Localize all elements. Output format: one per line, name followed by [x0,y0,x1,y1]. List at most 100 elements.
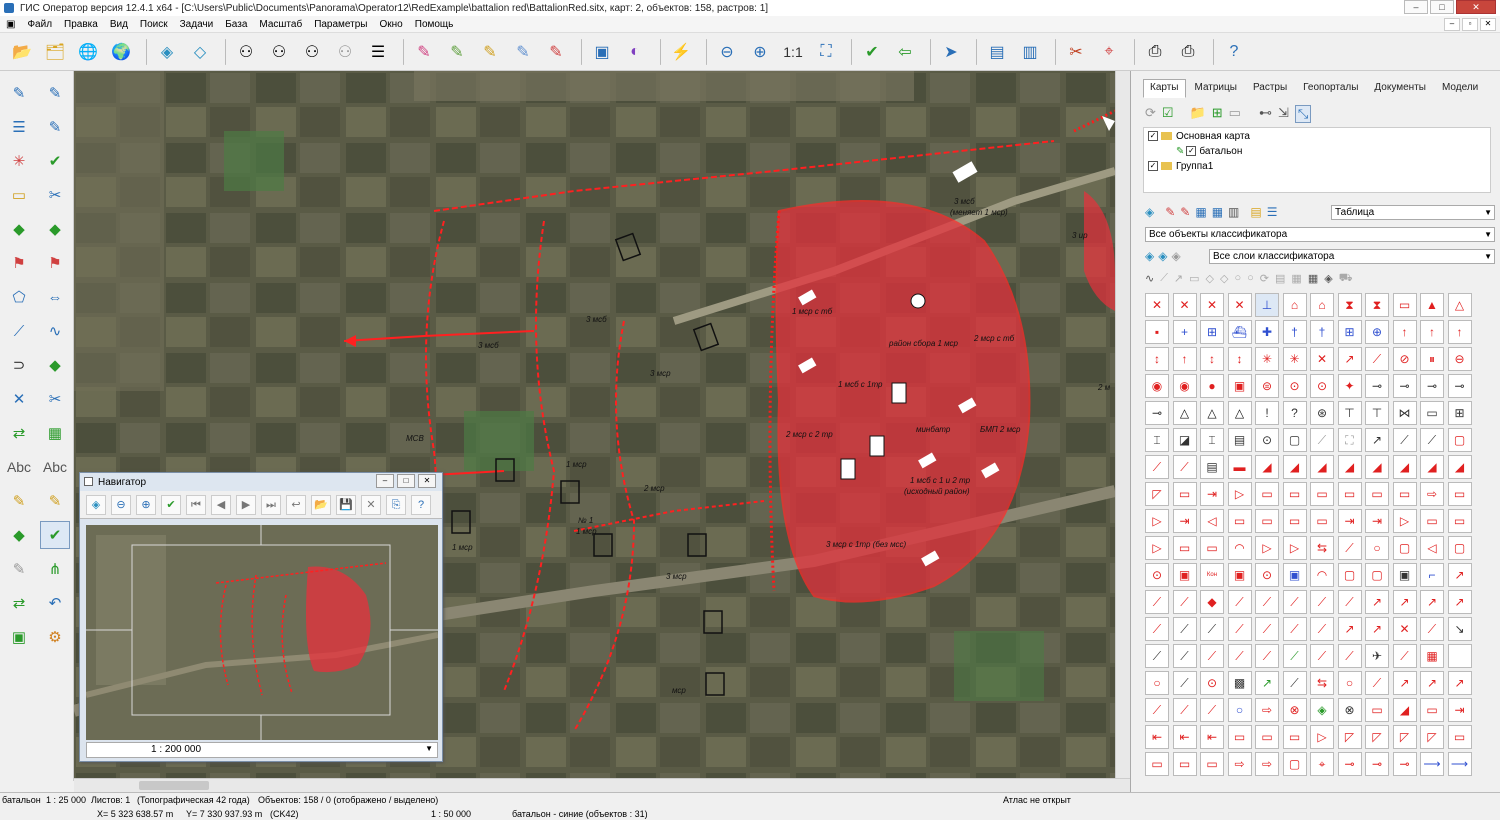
lightning-icon[interactable]: ⚡ [667,38,695,66]
tree-item-main-map[interactable]: ✓ Основная карта [1148,129,1490,143]
pencil-text-icon[interactable]: ✎ [40,487,70,515]
overview-canvas[interactable] [86,525,438,740]
selected-check-icon[interactable]: ✔ [40,521,70,549]
symbol-cell[interactable]: ✕ [1392,617,1417,641]
symbol-cell[interactable]: ○ [1227,698,1252,722]
pen-vertex-icon[interactable]: ✎ [40,113,70,141]
symbol-cell[interactable]: ▲ [1420,293,1444,317]
symbol-cell[interactable]: ▭ [1172,482,1197,506]
symbol-cell[interactable]: ◁ [1200,509,1224,533]
symbol-cell[interactable]: ▩ [1227,671,1252,695]
table-tool-icon[interactable]: ▦ [40,419,70,447]
scrollbar-thumb[interactable] [139,781,209,790]
navigator-titlebar[interactable]: Навигатор – □ ✕ [80,473,442,491]
text-tool-abc[interactable]: Abc [4,453,34,481]
symbol-cell[interactable]: ⟋ [1172,644,1197,668]
image-tool-icon[interactable]: ▣ [4,623,34,651]
tab-matrices[interactable]: Матрицы [1188,79,1244,98]
navigator-close-button[interactable]: ✕ [418,474,436,488]
binoculars-text-icon[interactable]: ⚇ [265,38,293,66]
text-type-icon[interactable]: ▤ [1275,272,1285,286]
symbol-cell[interactable]: ? [1282,401,1307,425]
select-tool-icon[interactable]: ✎ [1165,205,1175,219]
menu-help[interactable]: Помощь [409,19,460,30]
symbol-cell[interactable]: ⌖ [1310,752,1334,776]
diamond-2-type-icon[interactable]: ◇ [1220,272,1228,286]
symbol-cell[interactable]: ⟶ [1420,752,1444,776]
symbol-cell[interactable]: ⊸ [1337,752,1362,776]
open-folder-icon[interactable]: 📂 [8,38,36,66]
symbol-cell[interactable]: ▷ [1310,725,1334,749]
symbol-cell[interactable]: ▭ [1447,725,1472,749]
remove-map-icon[interactable]: ▭ [1229,105,1241,123]
symbol-cell[interactable]: ▭ [1447,509,1472,533]
checklist-icon[interactable]: ☑ [1162,105,1174,123]
close-button[interactable]: ✕ [1456,0,1496,14]
symbol-cell[interactable]: ⌂ [1310,293,1334,317]
symbol-cell[interactable]: ⌐ [1420,563,1444,587]
globe-icon[interactable]: 🌍 [107,38,135,66]
layers-filter-3-icon[interactable]: ◈ [1171,249,1180,263]
symbol-cell[interactable]: ▭ [1227,725,1252,749]
measure-icon[interactable]: ⌖ [1095,38,1123,66]
menu-tasks[interactable]: Задачи [174,19,220,30]
symbol-cell[interactable]: ◢ [1365,455,1389,479]
symbol-cell[interactable]: ▤ [1200,455,1224,479]
mdi-close-button[interactable]: ✕ [1480,17,1496,31]
circle-2-type-icon[interactable]: ○ [1247,272,1254,286]
symbol-cell[interactable]: ⇆ [1310,671,1334,695]
pen-icon[interactable]: ✎ [40,79,70,107]
select-multi-icon[interactable]: ✎ [509,38,537,66]
symbol-cell[interactable]: ◪ [1172,428,1197,452]
add-select-icon[interactable]: ✎ [476,38,504,66]
symbol-cell[interactable]: ⇨ [1227,752,1252,776]
symbol-cell[interactable]: ◢ [1255,455,1279,479]
symbol-cell[interactable]: ◢ [1392,698,1417,722]
symbol-cell[interactable]: ⊞ [1447,401,1472,425]
view-mode-select[interactable]: Таблица ▼ [1331,205,1495,220]
open-map-icon[interactable]: 🗂 [41,38,69,66]
symbol-cell[interactable]: ⊸ [1145,401,1169,425]
symbol-cell[interactable]: ⟋ [1392,644,1417,668]
settings-gear-icon[interactable]: ⚙ [40,623,70,651]
symbol-cell[interactable]: ⟋ [1282,617,1307,641]
symbol-cell[interactable]: ↗ [1365,617,1389,641]
symbol-cell[interactable]: ⇤ [1200,725,1224,749]
symbol-cell[interactable]: ◸ [1420,725,1444,749]
symbol-cell[interactable]: ⟋ [1255,617,1279,641]
symbol-cell[interactable]: ✈ [1365,644,1389,668]
symbol-cell[interactable]: ▷ [1392,509,1417,533]
command-post-marker[interactable] [869,435,885,457]
symbol-cell[interactable]: ⧗ [1365,293,1389,317]
symbol-cell[interactable]: ▭ [1447,482,1472,506]
symbol-cell[interactable]: ↗ [1337,347,1362,371]
symbol-cell[interactable]: ⊸ [1447,374,1472,398]
symbol-cell[interactable]: ✕ [1145,293,1169,317]
symbol-cell[interactable]: ⟋ [1145,590,1169,614]
navigator-scale-select[interactable]: 1 : 200 000 ▼ [86,742,438,758]
menu-app-icon[interactable]: ▣ [0,19,21,30]
tab-models[interactable]: Модели [1435,79,1485,98]
clear-icon[interactable]: ✕ [361,494,381,515]
rotate-icon[interactable]: ⊃ [4,351,34,379]
eraser-icon[interactable]: ▭ [4,181,34,209]
binoculars-dots-icon[interactable]: ⚇ [298,38,326,66]
symbol-cell[interactable]: ↑ [1447,320,1472,344]
symbol-cell[interactable]: ⊜ [1255,374,1279,398]
symbol-cell[interactable]: ▭ [1172,536,1197,560]
table-type-icon[interactable]: ▦ [1291,272,1301,286]
save-icon[interactable]: 💾 [336,494,356,515]
symbol-cell[interactable]: ▪ [1145,320,1169,344]
map-vertical-scrollbar[interactable] [1115,71,1130,778]
check-icon[interactable]: ✔ [161,494,181,515]
grid-icon[interactable]: ▦ [1212,205,1223,219]
symbol-cell[interactable]: ▭ [1282,509,1307,533]
symbol-cell[interactable]: † [1310,320,1334,344]
symbol-cell[interactable]: △ [1447,293,1472,317]
symbol-cell[interactable]: ⇆ [1310,536,1334,560]
symbol-cell[interactable]: ◆ [1200,590,1224,614]
flag-icon[interactable]: ⚑ [4,249,34,277]
bars-icon[interactable]: ▤ [1250,205,1261,219]
symbol-cell[interactable]: ◢ [1282,455,1307,479]
symbol-cell[interactable]: ↕ [1200,347,1224,371]
